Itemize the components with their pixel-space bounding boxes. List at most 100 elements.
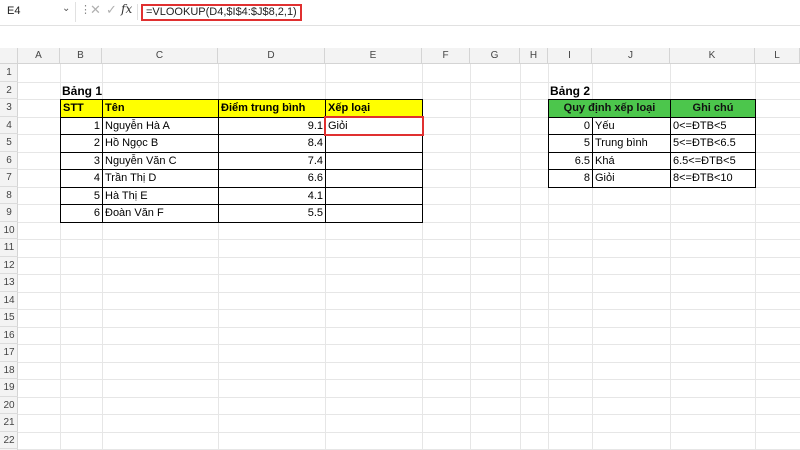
gridline	[18, 81, 800, 83]
table2-header-2[interactable]: Ghi chú	[670, 99, 756, 118]
column-header-l[interactable]: L	[755, 48, 800, 64]
row-header-19[interactable]: 19	[0, 379, 18, 397]
gridline	[18, 239, 800, 240]
row-header-8[interactable]: 8	[0, 187, 18, 204]
row-header-12[interactable]: 12	[0, 257, 18, 274]
cancel-icon[interactable]: ✕	[90, 2, 101, 18]
table2-threshold-cell[interactable]: 0	[548, 116, 593, 135]
table2-note-cell[interactable]: 0<=ĐTB<5	[670, 116, 756, 135]
table1-name-cell[interactable]: Đoàn Văn F	[102, 204, 219, 223]
insert-function-icon[interactable]: fx	[121, 2, 132, 16]
table1-name-cell[interactable]: Nguyễn Hà A	[102, 116, 219, 135]
formula-input[interactable]: =VLOOKUP(D4,$I$4:$J$8,2,1)	[141, 4, 302, 21]
enter-check-icon[interactable]: ✓	[106, 2, 117, 18]
table1-name-cell[interactable]: Hồ Ngọc B	[102, 134, 219, 153]
column-header-k[interactable]: K	[670, 48, 755, 64]
row-header-1[interactable]: 1	[0, 64, 18, 82]
table1-name-cell[interactable]: Nguyễn Văn C	[102, 151, 219, 170]
column-header-h[interactable]: H	[520, 48, 548, 64]
table1-score-cell[interactable]: 6.6	[218, 169, 326, 188]
row-header-18[interactable]: 18	[0, 362, 18, 379]
table2-note-cell[interactable]: 8<=ĐTB<10	[670, 169, 756, 188]
table1-score-cell[interactable]: 9.1	[218, 116, 326, 135]
selected-cell-outline	[324, 115, 424, 136]
column-header-row: ABCDEFGHIJKL	[0, 48, 800, 64]
table1-stt-cell[interactable]: 6	[60, 204, 103, 223]
table1-title: Bảng 1	[62, 83, 103, 98]
table1-score-cell[interactable]: 7.4	[218, 151, 326, 170]
table1-name-cell[interactable]: Hà Thị E	[102, 186, 219, 205]
gridline	[18, 309, 800, 310]
row-header-2[interactable]: 2	[0, 82, 18, 99]
table1-rank-cell[interactable]	[325, 204, 423, 223]
row-header-16[interactable]: 16	[0, 327, 18, 344]
table2-header-1[interactable]: Quy định xếp loại	[548, 99, 671, 118]
row-header-10[interactable]: 10	[0, 222, 18, 239]
name-box-value[interactable]: E4	[7, 5, 20, 17]
table1-stt-cell[interactable]: 4	[60, 169, 103, 188]
table1-rank-cell[interactable]	[325, 186, 423, 205]
column-header-e[interactable]: E	[325, 48, 422, 64]
table1-header-2[interactable]: Tên	[102, 99, 219, 118]
formula-separator	[137, 4, 138, 20]
gridline	[18, 431, 800, 433]
row-header-22[interactable]: 22	[0, 432, 18, 449]
gridline	[18, 414, 800, 415]
table2-note-cell[interactable]: 6.5<=ĐTB<5	[670, 151, 756, 170]
row-header-6[interactable]: 6	[0, 152, 18, 169]
row-header-21[interactable]: 21	[0, 414, 18, 432]
chevron-down-icon[interactable]: ⌄	[62, 3, 70, 14]
more-options-icon[interactable]: ⋮	[80, 3, 91, 16]
row-header-9[interactable]: 9	[0, 204, 18, 222]
table2-threshold-cell[interactable]: 6.5	[548, 151, 593, 170]
table2-threshold-cell[interactable]: 8	[548, 169, 593, 188]
table1-rank-cell[interactable]	[325, 169, 423, 188]
column-header-g[interactable]: G	[470, 48, 520, 64]
row-header-5[interactable]: 5	[0, 134, 18, 152]
table2-rank-cell[interactable]: Khá	[592, 151, 671, 170]
row-header-13[interactable]: 13	[0, 274, 18, 292]
column-header-i[interactable]: I	[548, 48, 592, 64]
column-header-j[interactable]: J	[592, 48, 670, 64]
table1-stt-cell[interactable]: 5	[60, 186, 103, 205]
row-header-3[interactable]: 3	[0, 99, 18, 117]
table1-rank-cell[interactable]	[325, 134, 423, 153]
row-header-4[interactable]: 4	[0, 117, 18, 134]
formula-bar: E4 ⌄ ⋮ ✕ ✓ fx =VLOOKUP(D4,$I$4:$J$8,2,1)	[0, 0, 800, 26]
gridline	[18, 396, 800, 398]
gridline	[18, 274, 800, 275]
row-header-14[interactable]: 14	[0, 292, 18, 309]
column-header-c[interactable]: C	[102, 48, 218, 64]
table2-rank-cell[interactable]: Trung bình	[592, 134, 671, 153]
table1-header-3[interactable]: Điểm trung bình	[218, 99, 326, 118]
table1-score-cell[interactable]: 4.1	[218, 186, 326, 205]
row-header-20[interactable]: 20	[0, 397, 18, 414]
select-all-corner[interactable]	[0, 48, 18, 64]
name-box[interactable]: E4 ⌄	[0, 2, 76, 22]
table2-threshold-cell[interactable]: 5	[548, 134, 593, 153]
table2-rank-cell[interactable]: Yếu	[592, 116, 671, 135]
row-header-15[interactable]: 15	[0, 309, 18, 327]
table1-header-1[interactable]: STT	[60, 99, 103, 118]
table1-score-cell[interactable]: 5.5	[218, 204, 326, 223]
column-header-a[interactable]: A	[18, 48, 60, 64]
column-header-b[interactable]: B	[60, 48, 102, 64]
row-header-7[interactable]: 7	[0, 169, 18, 187]
table1-stt-cell[interactable]: 1	[60, 116, 103, 135]
table2-note-cell[interactable]: 5<=ĐTB<6.5	[670, 134, 756, 153]
row-header-17[interactable]: 17	[0, 344, 18, 362]
gridline	[18, 256, 800, 258]
row-header-column: 1 2 3 4 5 6 7 8 9 10 11 12 13 14 15 16 17 18 19 20 21 22	[0, 64, 18, 450]
table2-title: Bảng 2	[550, 83, 591, 98]
table1-stt-cell[interactable]: 2	[60, 134, 103, 153]
row-header-11[interactable]: 11	[0, 239, 18, 257]
column-header-f[interactable]: F	[422, 48, 470, 64]
table1-stt-cell[interactable]: 3	[60, 151, 103, 170]
column-header-d[interactable]: D	[218, 48, 325, 64]
gridline	[18, 379, 800, 380]
table1-name-cell[interactable]: Trần Thị D	[102, 169, 219, 188]
table1-rank-cell[interactable]	[325, 151, 423, 170]
gridline	[470, 64, 471, 450]
table2-rank-cell[interactable]: Giỏi	[592, 169, 671, 188]
table1-score-cell[interactable]: 8.4	[218, 134, 326, 153]
